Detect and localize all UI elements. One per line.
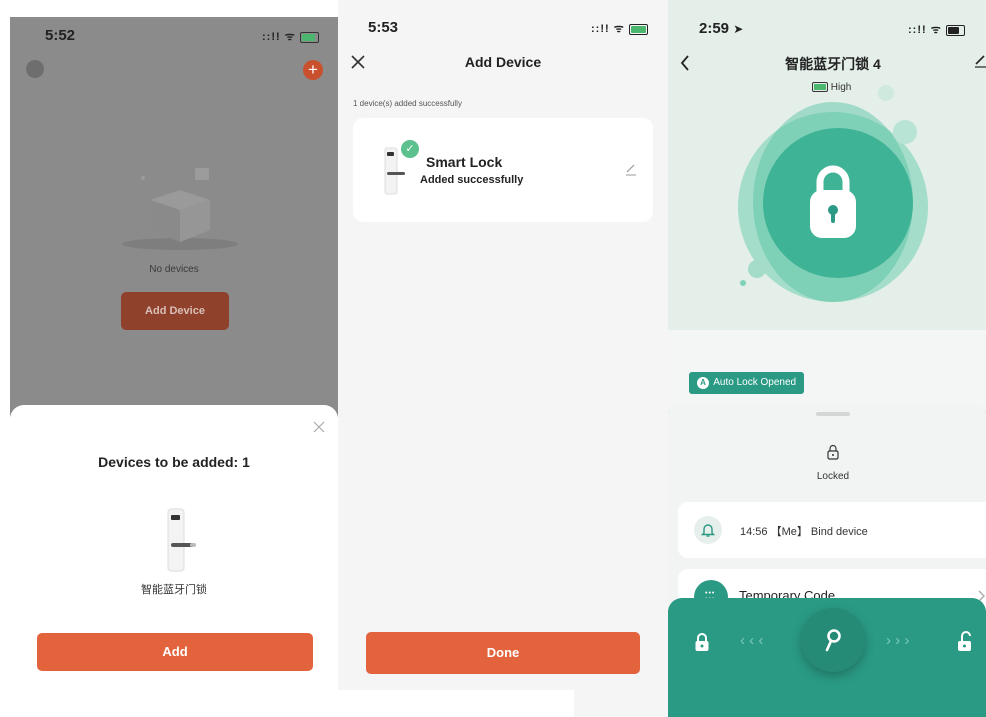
slide-left-arrows: ‹ ‹ ‹ bbox=[740, 632, 763, 649]
battery-icon bbox=[299, 31, 319, 43]
status-time: 5:52 bbox=[45, 27, 76, 44]
battery-indicator: High bbox=[812, 82, 851, 93]
panel-device-list: 5:52 ::!! ᯤ + No devices Add Device Devi… bbox=[0, 0, 338, 717]
page-title: 智能蓝牙门锁 4 bbox=[785, 56, 881, 72]
plus-icon[interactable]: + bbox=[303, 60, 323, 80]
location-arrow-icon: ➤ bbox=[733, 22, 744, 36]
signal-wifi-icons: ::!! ᯤ bbox=[908, 24, 942, 36]
lock-open-icon[interactable] bbox=[956, 630, 974, 652]
success-check-icon: ✓ bbox=[401, 140, 419, 158]
padlock-small-icon bbox=[827, 444, 839, 460]
slide-right-arrows: › › › bbox=[886, 632, 909, 649]
app-background-dimmed: 5:52 ::!! ᯤ + No devices Add Device bbox=[10, 17, 338, 417]
event-row[interactable]: 14:56 【Me】 Bind device bbox=[678, 502, 986, 558]
bell-icon bbox=[701, 524, 715, 537]
signal-wifi-icons: ::!! ᯤ bbox=[262, 31, 296, 43]
battery-icon bbox=[628, 23, 648, 35]
auto-lock-badge: A Auto Lock Opened bbox=[689, 372, 805, 394]
bubble bbox=[748, 260, 766, 278]
event-text: 14:56 【Me】 Bind device bbox=[740, 526, 868, 538]
avatar[interactable] bbox=[26, 60, 44, 78]
page-title: Add Device bbox=[464, 54, 542, 70]
smart-lock-device-image bbox=[167, 508, 196, 572]
battery-label: High bbox=[830, 82, 852, 93]
status-icons: ::!! ᯤ bbox=[908, 22, 965, 37]
arrows-right-text: › › › bbox=[886, 632, 910, 649]
bubble bbox=[893, 120, 917, 144]
device-name: 智能蓝牙门锁 bbox=[141, 584, 207, 596]
battery-level-icon bbox=[812, 82, 828, 93]
bottom-sheet: Devices to be added: 1 智能蓝牙门锁 Add bbox=[10, 405, 338, 717]
home-bar-area bbox=[338, 690, 574, 717]
done-button[interactable]: Done bbox=[366, 632, 640, 674]
lock-closed-icon[interactable] bbox=[694, 632, 710, 652]
sheet-title: Devices to be added: 1 bbox=[98, 454, 250, 470]
status-time: 2:59 ➤ bbox=[699, 20, 743, 37]
close-icon[interactable] bbox=[313, 421, 325, 433]
success-subtitle: 1 device(s) added successfully bbox=[353, 99, 462, 108]
status-time: 5:53 bbox=[368, 19, 399, 36]
auto-lock-label: Auto Lock Opened bbox=[713, 377, 797, 388]
status-icons: ::!! ᯤ bbox=[262, 29, 319, 44]
status-time-text: 2:59 bbox=[699, 20, 730, 37]
status-icons: ::!! ᯤ bbox=[591, 21, 648, 36]
header-fade bbox=[668, 330, 986, 410]
auto-lock-icon: A bbox=[697, 377, 709, 389]
lock-state: Locked bbox=[816, 471, 850, 482]
bubble bbox=[878, 85, 894, 101]
panel-lock-detail: 2:59 ➤ ::!! ᯤ 智能蓝牙门锁 4 High A Auto Lock … bbox=[668, 0, 986, 717]
bubble bbox=[740, 280, 746, 286]
battery-icon bbox=[945, 24, 965, 36]
device-status: Added successfully bbox=[420, 174, 524, 186]
empty-box-icon bbox=[122, 168, 238, 250]
edit-icon[interactable] bbox=[974, 54, 986, 68]
drag-handle[interactable] bbox=[816, 412, 850, 416]
add-button[interactable]: Add bbox=[37, 633, 313, 671]
signal-wifi-icons: ::!! ᯤ bbox=[591, 23, 625, 35]
panel-add-device: 5:53 ::!! ᯤ Add Device 1 device(s) added… bbox=[338, 0, 668, 717]
edit-icon[interactable] bbox=[625, 162, 637, 176]
add-device-button[interactable]: Add Device bbox=[121, 292, 229, 330]
padlock-icon[interactable] bbox=[806, 162, 860, 242]
arrows-left-text: ‹ ‹ ‹ bbox=[740, 632, 764, 649]
key-icon bbox=[825, 629, 841, 652]
empty-text: No devices bbox=[149, 264, 199, 275]
device-card[interactable]: ✓ Smart Lock Added successfully bbox=[353, 118, 653, 222]
device-name: Smart Lock bbox=[426, 154, 503, 170]
